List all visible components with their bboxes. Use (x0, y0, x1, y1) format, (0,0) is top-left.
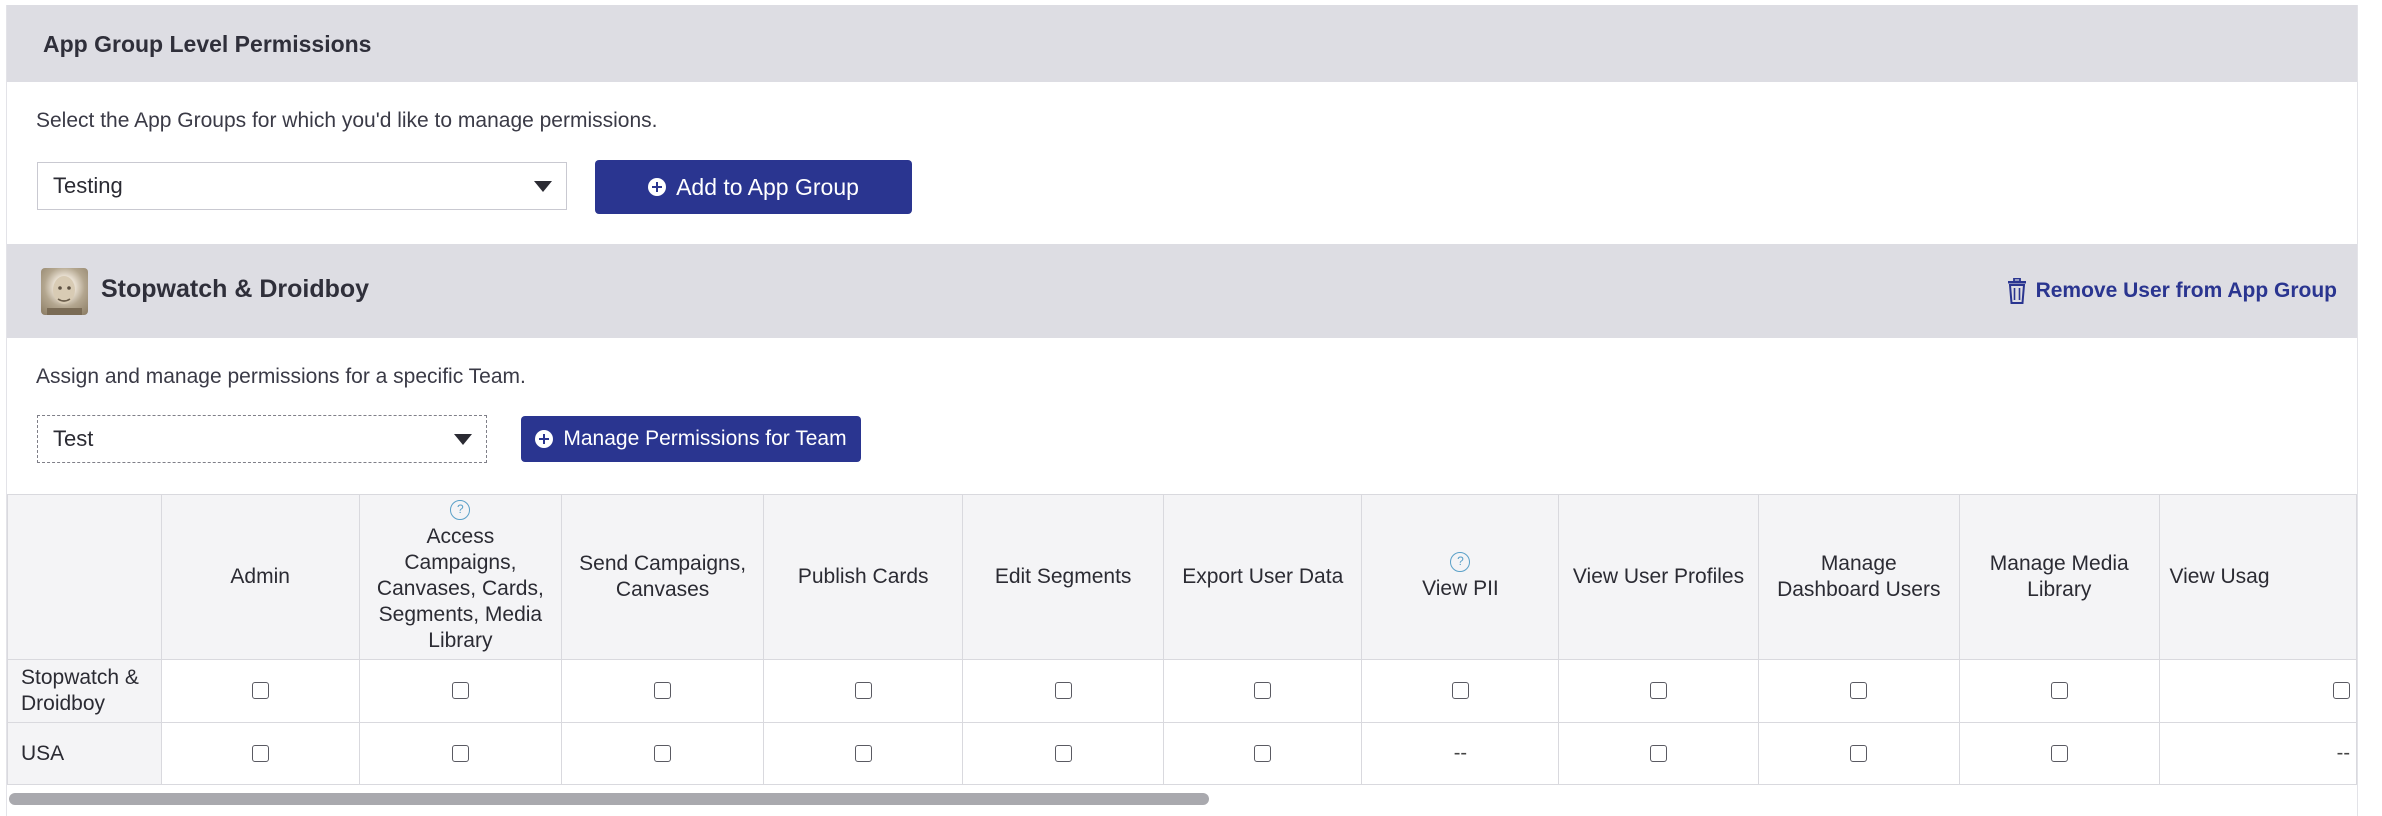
permission-cell (763, 659, 964, 723)
permissions-table: Admin ? Access Campaigns, Canvases, Card… (7, 494, 2357, 785)
column-header: Manage Media Library (1959, 494, 2160, 660)
remove-user-label: Remove User from App Group (2035, 279, 2337, 302)
permission-cell (160, 722, 360, 785)
permission-checkbox[interactable] (251, 682, 269, 700)
permission-checkbox[interactable] (654, 744, 672, 762)
row-label: Stopwatch & Droidboy (7, 659, 162, 723)
permission-cell (2158, 659, 2357, 723)
permission-checkbox[interactable] (251, 744, 269, 762)
table-row: Stopwatch & Droidboy (7, 659, 2357, 723)
not-applicable-text: -- (1453, 742, 1468, 764)
permission-checkbox[interactable] (2050, 682, 2068, 700)
team-select-value: Test (53, 426, 94, 451)
permission-cell (1757, 722, 1961, 785)
plus-circle-icon (535, 430, 554, 448)
permission-cell (560, 722, 765, 785)
permissions-panel: App Group Level Permissions Select the A… (6, 5, 2358, 816)
permission-cell (1558, 659, 1759, 723)
column-header: ? Access Campaigns, Canvases, Cards, Seg… (358, 494, 563, 660)
plus-circle-icon (648, 178, 667, 196)
add-to-app-group-button[interactable]: Add to App Group (595, 160, 912, 214)
permission-cell (1558, 722, 1759, 785)
permission-cell (1163, 722, 1363, 785)
permission-cell (1959, 722, 2160, 785)
app-group-name: Stopwatch & Droidboy (101, 275, 370, 303)
section-title: App Group Level Permissions (43, 31, 372, 57)
permission-cell (358, 659, 563, 723)
permission-checkbox[interactable] (1254, 682, 1272, 700)
permission-checkbox[interactable] (1649, 682, 1667, 700)
horizontal-scrollbar[interactable] (9, 793, 1209, 805)
column-header: Send Campaigns, Canvases (560, 494, 765, 660)
permission-checkbox[interactable] (1649, 744, 1667, 762)
manage-permissions-button[interactable]: Manage Permissions for Team (521, 416, 861, 462)
permission-cell (1361, 659, 1560, 723)
not-applicable-text: -- (2336, 742, 2350, 764)
column-header: ? View PII (1361, 494, 1560, 660)
permission-checkbox[interactable] (1850, 682, 1868, 700)
app-group-select-value: Testing (53, 173, 123, 198)
column-header: Manage Dashboard Users (1757, 494, 1961, 660)
trash-icon (2007, 278, 2026, 304)
permission-checkbox[interactable] (1054, 682, 1072, 700)
permission-checkbox[interactable] (451, 744, 469, 762)
column-header: View Usag (2158, 494, 2357, 660)
permission-checkbox[interactable] (854, 682, 872, 700)
permission-checkbox[interactable] (854, 744, 872, 762)
permission-checkbox[interactable] (2333, 682, 2350, 700)
permission-cell (560, 659, 765, 723)
column-header: View User Profiles (1558, 494, 1759, 660)
app-group-avatar (41, 268, 88, 315)
section-header: App Group Level Permissions (7, 5, 2357, 82)
permission-checkbox[interactable] (2050, 744, 2068, 762)
manage-permissions-label: Manage Permissions for Team (563, 427, 847, 450)
column-header: Admin (160, 494, 360, 660)
permission-checkbox[interactable] (1254, 744, 1272, 762)
column-header: Publish Cards (763, 494, 964, 660)
permission-cell (160, 659, 360, 723)
column-header: Export User Data (1163, 494, 1363, 660)
permission-cell (962, 659, 1165, 723)
app-group-select[interactable]: Testing (37, 162, 567, 210)
permission-cell (1959, 659, 2160, 723)
help-icon[interactable]: ? (450, 500, 471, 520)
chevron-down-icon (454, 434, 472, 445)
permission-checkbox[interactable] (654, 682, 672, 700)
row-label: USA (7, 722, 162, 785)
permission-cell (1757, 659, 1961, 723)
app-group-helper-text: Select the App Groups for which you'd li… (36, 109, 658, 132)
app-group-header: Stopwatch & Droidboy Remove User from Ap… (7, 244, 2357, 338)
permission-checkbox[interactable] (1850, 744, 1868, 762)
add-to-app-group-label: Add to App Group (676, 173, 859, 200)
table-row: USA -- -- (7, 722, 2357, 785)
table-header-row: Admin ? Access Campaigns, Canvases, Card… (7, 494, 2357, 660)
help-icon[interactable]: ? (1450, 552, 1471, 572)
team-helper-text: Assign and manage permissions for a spec… (36, 365, 526, 388)
permission-checkbox[interactable] (1451, 682, 1469, 700)
permission-cell (763, 722, 964, 785)
team-select[interactable]: Test (37, 415, 487, 463)
column-header: Edit Segments (962, 494, 1165, 660)
permission-cell: -- (1361, 722, 1560, 785)
permission-checkbox[interactable] (1054, 744, 1072, 762)
permission-cell (358, 722, 563, 785)
corner-cell (7, 494, 162, 660)
remove-user-link[interactable]: Remove User from App Group (2006, 278, 2337, 304)
permission-cell: -- (2158, 722, 2357, 785)
permission-checkbox[interactable] (451, 682, 469, 700)
chevron-down-icon (534, 181, 552, 192)
permission-cell (962, 722, 1165, 785)
permission-cell (1163, 659, 1363, 723)
